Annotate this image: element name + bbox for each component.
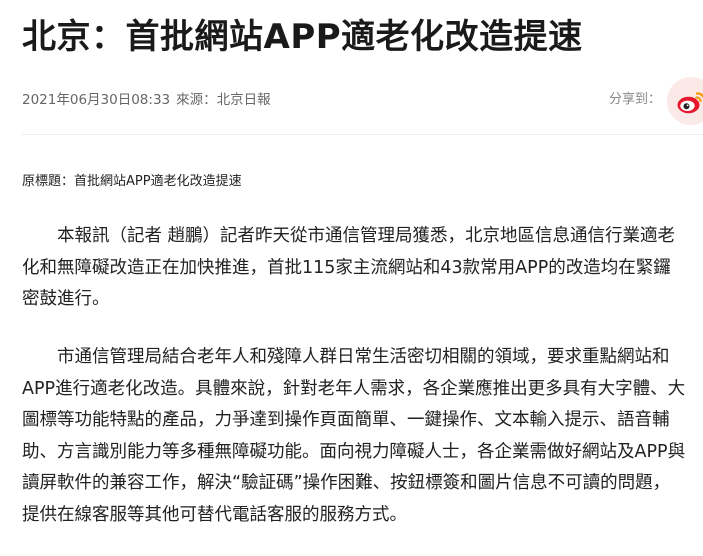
article-paragraph-2-container: 市通信管理局結合老年人和殘障人群日常生活密切相關的領域，要求重點網站和APP進行… (22, 342, 687, 531)
weibo-icon (677, 92, 703, 114)
article-paragraph-1-container: 本報訊（記者 趙鵬）記者昨天從市通信管理局獲悉，北京地區信息通信行業適老化和無障… (22, 221, 687, 316)
source-name: 北京日報 (216, 92, 271, 108)
source-label: 來源： (176, 92, 217, 108)
article-paragraph: 本報訊（記者 趙鵬）記者昨天從市通信管理局獲悉，北京地區信息通信行業適老化和無障… (22, 226, 676, 309)
publish-date: 2021年06月30日08:33 (22, 92, 171, 108)
article-paragraph: 市通信管理局結合老年人和殘障人群日常生活密切相關的領域，要求重點網站和APP進行… (22, 347, 686, 525)
article-title: 北京：首批網站APP適老化改造提速 (22, 17, 583, 57)
header-divider (22, 134, 703, 135)
original-title: 原標題：首批網站APP適老化改造提速 (22, 174, 242, 189)
share-label: 分享到： (609, 92, 662, 107)
article-meta: 2021年06月30日08:33 來源：北京日報 (22, 91, 271, 109)
weibo-share-button[interactable] (667, 77, 703, 125)
